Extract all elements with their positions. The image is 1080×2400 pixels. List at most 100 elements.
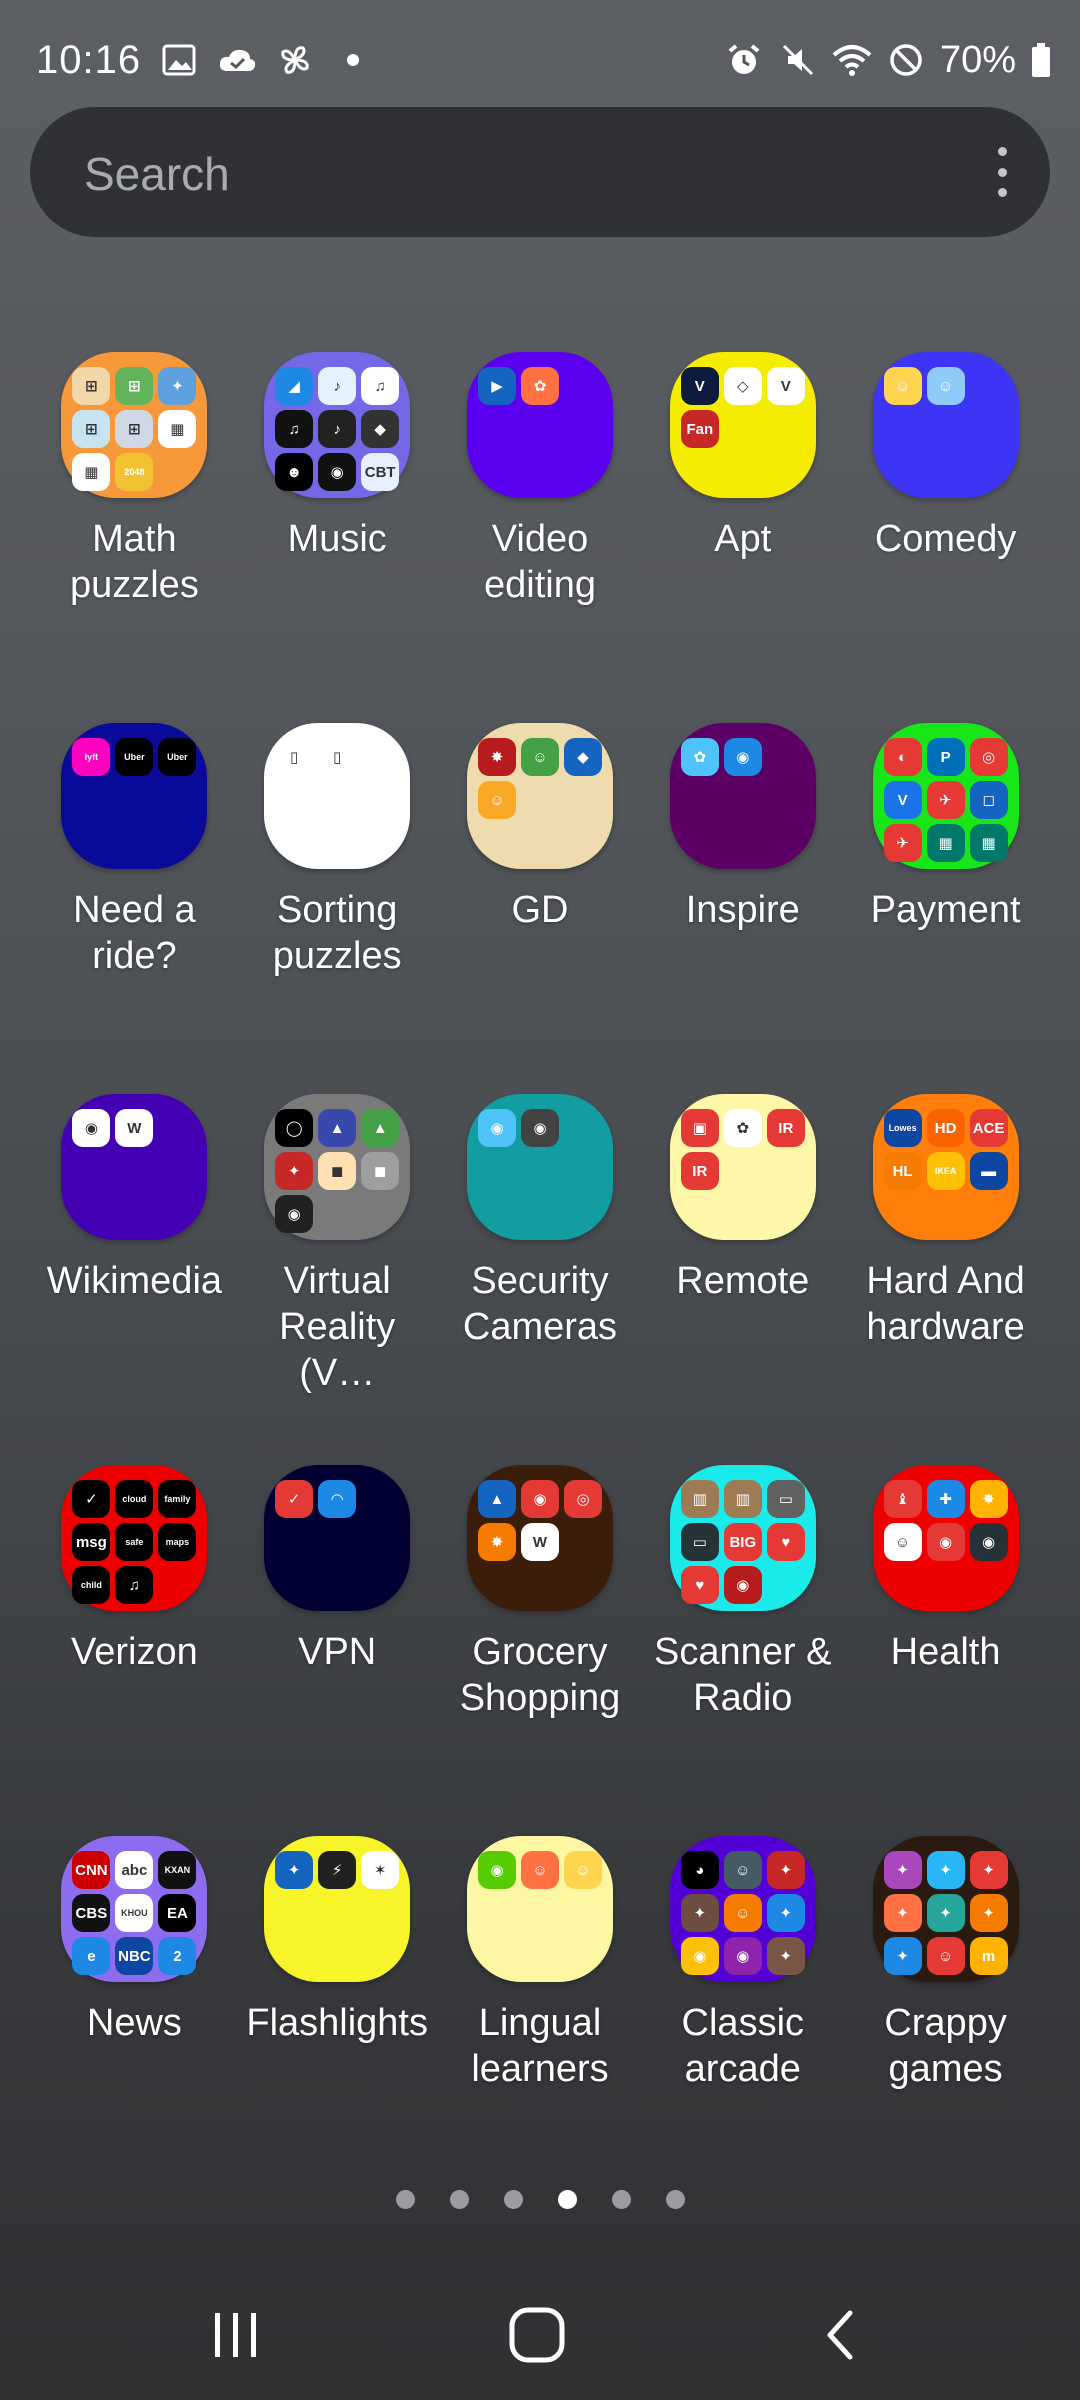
folder-icon[interactable]: ✓ ◠ <box>264 1465 411 1611</box>
folder-icon[interactable]: ▲ ◉ ◎ ✸ W <box>466 1465 613 1611</box>
folder-icon[interactable]: lyft Uber Uber <box>61 723 208 869</box>
folder-icon[interactable]: ✿ ◉ <box>669 723 816 869</box>
app-icon: ✶ <box>361 1851 400 1889</box>
app-folder-comedy[interactable]: ☺ ☺ Comedy <box>844 352 1047 723</box>
search-input[interactable]: Search <box>84 147 230 201</box>
app-icon: ☺ <box>883 1523 922 1561</box>
app-folder-music[interactable]: ◢ ♪ ♫ ♫ ♪ ◆ ☻ ◉ CBT Music <box>236 352 439 723</box>
app-folder-news[interactable]: CNN abc KXAN CBS KHOU EA e NBC 2 News <box>33 1836 236 2207</box>
app-icon: ◉ <box>520 1480 559 1518</box>
folder-label: Comedy <box>874 518 1017 560</box>
app-icon: ✦ <box>158 367 197 405</box>
status-bar: 10:16 70% <box>0 0 1080 120</box>
app-icon: ⊞ <box>115 410 154 448</box>
page-indicator <box>0 2190 1080 2209</box>
app-icon: ✦ <box>969 1851 1008 1889</box>
app-folder-inspire[interactable]: ✿ ◉ Inspire <box>641 723 844 1094</box>
page-dot[interactable] <box>611 2190 631 2209</box>
app-icon: ✓ <box>275 1480 314 1518</box>
app-folder-classic-arcade[interactable]: ◕ ☺ ✦ ✦ ☺ ✦ ◉ ◉ ✦ Classic arcade <box>641 1836 844 2207</box>
app-icon: ✓ <box>72 1480 111 1518</box>
app-icon: ☺ <box>563 1851 602 1889</box>
app-icon: ▦ <box>158 410 197 448</box>
folder-icon[interactable]: ▥ ▥ ▭ ▭ BIG ♥ ♥ ◉ <box>669 1465 816 1611</box>
app-icon: ▲ <box>361 1109 400 1147</box>
folder-icon[interactable]: CNN abc KXAN CBS KHOU EA e NBC 2 <box>61 1836 208 1982</box>
app-folder-verizon[interactable]: ✓ cloud family msg safe maps child ♫ Verizon <box>33 1465 236 1836</box>
page-dot-active[interactable] <box>557 2190 577 2209</box>
app-folder-need-a-ride[interactable]: lyft Uber Uber Need a ride? <box>33 723 236 1094</box>
folder-icon[interactable]: ☺ ☺ <box>872 352 1019 498</box>
app-icon: ◕ <box>680 1851 719 1889</box>
back-icon[interactable] <box>800 2295 880 2375</box>
folder-icon[interactable]: ◕ ☺ ✦ ✦ ☺ ✦ ◉ ◉ ✦ <box>669 1836 816 1982</box>
folder-icon[interactable]: ▣ ✿ IR IR <box>669 1094 816 1240</box>
folder-icon[interactable]: ▯ ▯ <box>264 723 411 869</box>
app-icon: ◆ <box>563 738 602 776</box>
app-icon: ◻ <box>969 781 1008 819</box>
app-icon: V <box>766 367 805 405</box>
app-icon: ◠ <box>318 1480 357 1518</box>
app-folder-apt[interactable]: V ◇ V Fan Apt <box>641 352 844 723</box>
page-dot[interactable] <box>503 2190 523 2209</box>
app-icon: P <box>926 738 965 776</box>
app-icon: e <box>72 1937 111 1975</box>
app-folder-payment[interactable]: ◐ P ◎ V ✈ ◻ ✈ ▦ ▦ Payment <box>844 723 1047 1094</box>
app-folder-gd[interactable]: ✸ ☺ ◆ ☺ GD <box>439 723 642 1094</box>
folder-icon[interactable]: ▶ ✿ <box>466 352 613 498</box>
app-folder-scanner-radio[interactable]: ▥ ▥ ▭ ▭ BIG ♥ ♥ ◉ Scanner & Radio <box>641 1465 844 1836</box>
page-dot[interactable] <box>395 2190 415 2209</box>
app-folder-sorting-puzzles[interactable]: ▯ ▯ Sorting puzzles <box>236 723 439 1094</box>
app-icon: CNN <box>72 1851 111 1889</box>
app-folder-health[interactable]: ♝ ✚ ✸ ☺ ◉ ◉ Health <box>844 1465 1047 1836</box>
folder-icon[interactable]: ✦ ⚡ ✶ <box>264 1836 411 1982</box>
app-folder-crappy-games[interactable]: ✦ ✦ ✦ ✦ ✦ ✦ ✦ ☺ m Crappy games <box>844 1836 1047 2207</box>
app-folder-vpn[interactable]: ✓ ◠ VPN <box>236 1465 439 1836</box>
folder-icon[interactable]: ◐ P ◎ V ✈ ◻ ✈ ▦ ▦ <box>872 723 1019 869</box>
app-folder-hard-and-hardware[interactable]: Lowes HD ACE HL IKEA ▬ Hard And hardware <box>844 1094 1047 1465</box>
home-icon[interactable] <box>497 2295 577 2375</box>
folder-icon[interactable]: Lowes HD ACE HL IKEA ▬ <box>872 1094 1019 1240</box>
folder-icon[interactable]: ✓ cloud family msg safe maps child ♫ <box>61 1465 208 1611</box>
app-icon: HD <box>926 1109 965 1147</box>
app-icon: ◉ <box>318 453 357 491</box>
app-folder-flashlights[interactable]: ✦ ⚡ ✶ Flashlights <box>236 1836 439 2207</box>
app-icon: ◉ <box>723 738 762 776</box>
app-folder-remote[interactable]: ▣ ✿ IR IR Remote <box>641 1094 844 1465</box>
folder-label: Need a ride? <box>73 889 196 977</box>
app-folder-wikimedia[interactable]: ◉ W Wikimedia <box>33 1094 236 1465</box>
folder-icon[interactable]: ♝ ✚ ✸ ☺ ◉ ◉ <box>872 1465 1019 1611</box>
more-options-icon[interactable] <box>992 147 1012 197</box>
page-dot[interactable] <box>449 2190 469 2209</box>
app-folder-video-editing[interactable]: ▶ ✿ Video editing <box>439 352 642 723</box>
folder-icon[interactable]: ◉ ☺ ☺ <box>466 1836 613 1982</box>
app-icon: ☻ <box>275 453 314 491</box>
app-folder-security-cameras[interactable]: ◉ ◉ Security Cameras <box>439 1094 642 1465</box>
folder-icon[interactable]: ✦ ✦ ✦ ✦ ✦ ✦ ✦ ☺ m <box>872 1836 1019 1982</box>
wifi-icon <box>832 40 872 80</box>
page-dot[interactable] <box>665 2190 685 2209</box>
app-icon: ◉ <box>72 1109 111 1147</box>
app-icon: ✸ <box>477 738 516 776</box>
folder-icon[interactable]: ◯ ▲ ▲ ✦ ◼ ◼ ◉ <box>264 1094 411 1240</box>
folder-icon[interactable]: V ◇ V Fan <box>669 352 816 498</box>
folder-icon[interactable]: ◉ W <box>61 1094 208 1240</box>
app-icon: ▦ <box>969 824 1008 862</box>
folder-icon[interactable]: ◉ ◉ <box>466 1094 613 1240</box>
app-folder-lingual-learners[interactable]: ◉ ☺ ☺ Lingual learners <box>439 1836 642 2207</box>
app-icon: ✦ <box>969 1894 1008 1932</box>
status-left: 10:16 <box>36 30 373 90</box>
folder-icon[interactable]: ⊞ ⊞ ✦ ⊞ ⊞ ▦ ▦ 2048 <box>61 352 208 498</box>
folder-row: ⊞ ⊞ ✦ ⊞ ⊞ ▦ ▦ 2048 Math puzzles ◢ ♪ ♫ ♫ ♪ ◆ ☻ ◉ CBT Music ▶… <box>33 352 1047 723</box>
app-folder-grocery-shopping[interactable]: ▲ ◉ ◎ ✸ W Grocery Shopping <box>439 1465 642 1836</box>
app-icon: ♫ <box>361 367 400 405</box>
app-icon: ✦ <box>883 1894 922 1932</box>
app-icon: ☺ <box>926 1937 965 1975</box>
recents-icon[interactable] <box>195 2295 275 2375</box>
folder-icon[interactable]: ✸ ☺ ◆ ☺ <box>466 723 613 869</box>
folder-row: CNN abc KXAN CBS KHOU EA e NBC 2 News ✦ ⚡ ✶ Flashligh… <box>33 1836 1047 2207</box>
folder-icon[interactable]: ◢ ♪ ♫ ♫ ♪ ◆ ☻ ◉ CBT <box>264 352 411 498</box>
app-folder-math-puzzles[interactable]: ⊞ ⊞ ✦ ⊞ ⊞ ▦ ▦ 2048 Math puzzles <box>33 352 236 723</box>
app-folder-virtual-reality-v[interactable]: ◯ ▲ ▲ ✦ ◼ ◼ ◉ Virtual Reality (V… <box>236 1094 439 1465</box>
search-bar[interactable]: Search <box>30 107 1050 237</box>
